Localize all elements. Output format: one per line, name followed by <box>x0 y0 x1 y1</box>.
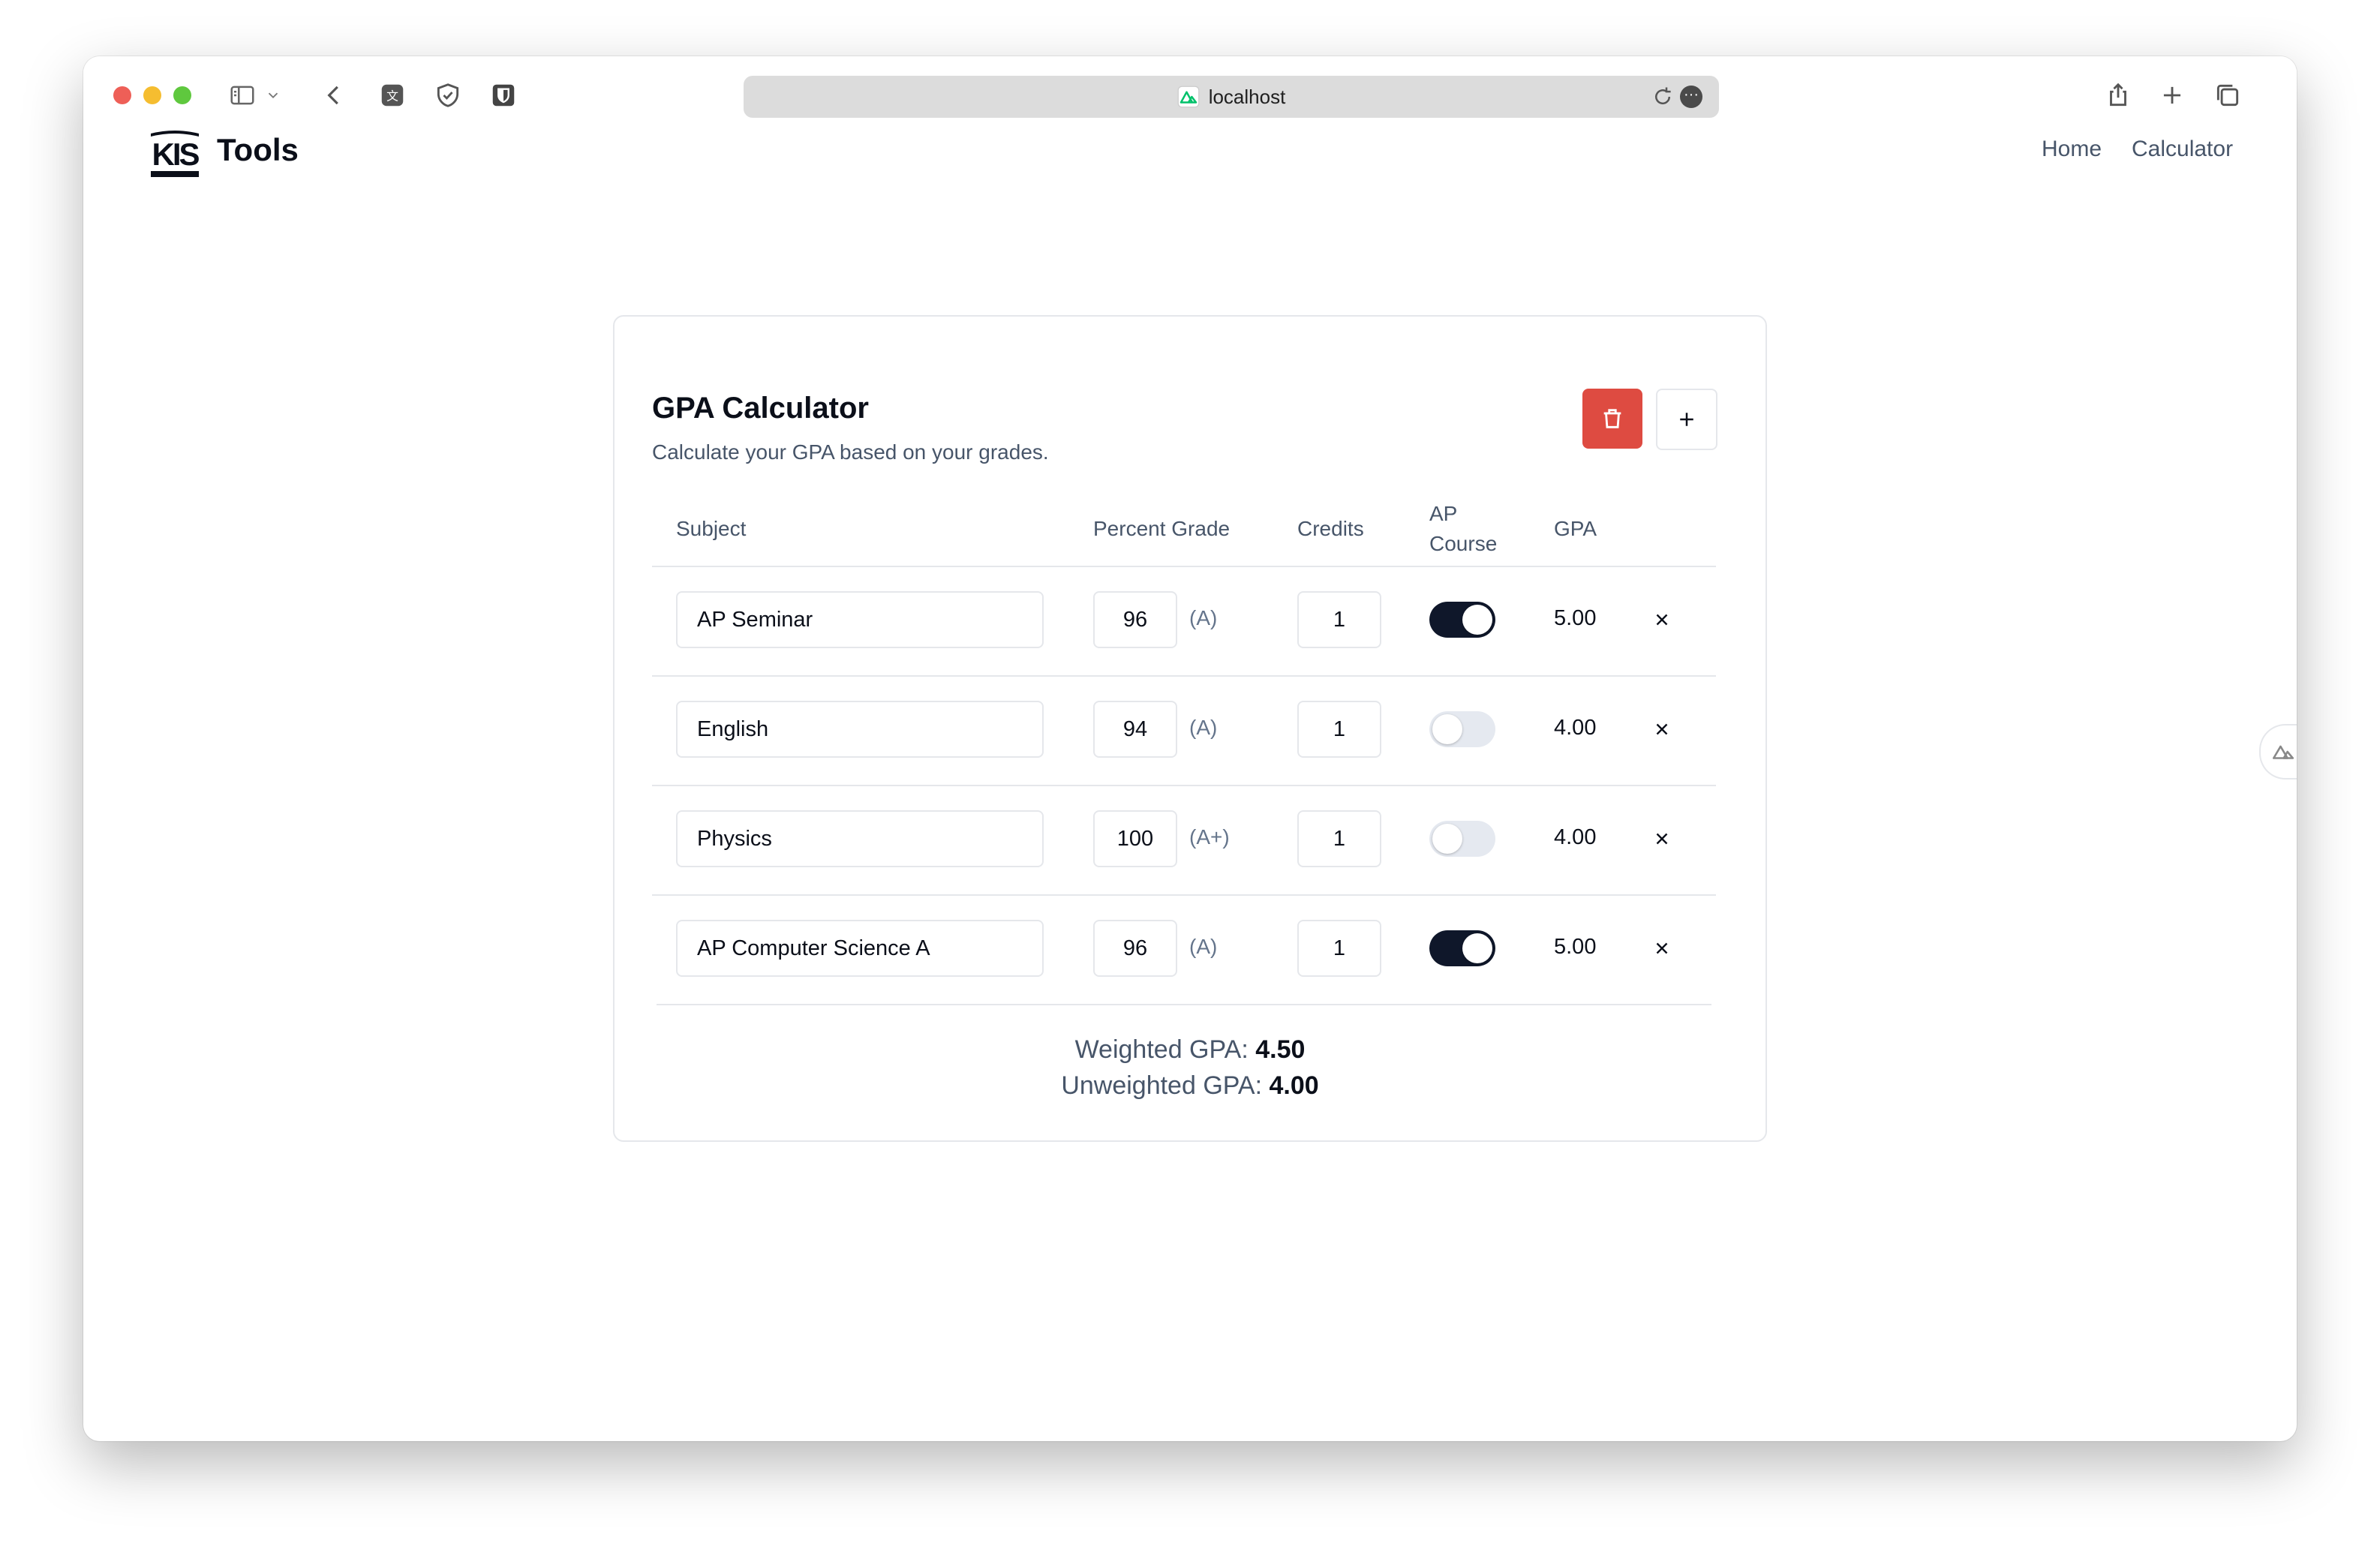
row-gpa: 5.00 <box>1554 935 1597 959</box>
svg-text:文: 文 <box>386 89 398 103</box>
letter-grade: (A+) <box>1189 825 1230 849</box>
subject-input[interactable]: Physics <box>676 810 1044 867</box>
back-icon[interactable] <box>317 79 350 112</box>
close-icon <box>1656 614 1668 626</box>
shield-icon[interactable] <box>431 79 464 112</box>
plus-icon <box>1680 413 1693 426</box>
table-divider <box>657 1004 1711 1005</box>
card-subtitle: Calculate your GPA based on your grades. <box>652 440 1049 464</box>
column-header-ap-line2: Course <box>1429 532 1498 555</box>
letter-grade: (A) <box>1189 935 1218 958</box>
close-icon <box>1656 942 1668 954</box>
credits-input[interactable]: 1 <box>1297 810 1381 867</box>
percent-grade-input[interactable]: 96 <box>1093 591 1177 648</box>
column-header-gpa: GPA <box>1554 517 1597 540</box>
remove-row-button[interactable] <box>1645 603 1678 636</box>
chevron-down-icon[interactable] <box>262 79 284 112</box>
nuxt-devtools-button[interactable] <box>2259 724 2297 780</box>
gpa-calculator-card: GPA Calculator Calculate your GPA based … <box>613 315 1767 1142</box>
table-row: AP Computer Science A 96 (A) 1 5.00 <box>652 896 1716 1004</box>
letter-grade: (A) <box>1189 716 1218 739</box>
clear-all-button[interactable] <box>1582 389 1642 449</box>
close-window-button[interactable] <box>113 86 131 104</box>
close-icon <box>1656 833 1668 845</box>
address-bar[interactable]: localhost ··· <box>744 76 1719 118</box>
ap-course-toggle[interactable] <box>1429 602 1495 638</box>
nuxt-devtools-icon <box>2272 745 2294 759</box>
percent-grade-input[interactable]: 100 <box>1093 810 1177 867</box>
toggle-knob <box>1432 824 1462 854</box>
credits-input[interactable]: 1 <box>1297 591 1381 648</box>
weighted-gpa-label: Weighted GPA: <box>1074 1035 1249 1064</box>
svg-text:KIS: KIS <box>152 137 199 172</box>
maximize-window-button[interactable] <box>173 86 191 104</box>
row-gpa: 5.00 <box>1554 606 1597 630</box>
subject-input[interactable]: English <box>676 701 1044 758</box>
bitwarden-icon[interactable] <box>487 79 520 112</box>
ap-course-toggle[interactable] <box>1429 821 1495 857</box>
add-subject-button[interactable] <box>1656 389 1717 450</box>
column-header-ap-line1: AP <box>1429 502 1458 525</box>
close-icon <box>1656 723 1668 735</box>
browser-toolbar: 文 localhost ··· <box>83 56 2297 134</box>
table-row: Physics 100 (A+) 1 4.00 <box>652 786 1716 894</box>
browser-window: 文 localhost ··· KIS Tools Home Calculato… <box>83 56 2297 1441</box>
remove-row-button[interactable] <box>1645 822 1678 855</box>
trash-icon <box>1603 409 1621 428</box>
subject-input[interactable]: AP Computer Science A <box>676 920 1044 977</box>
percent-grade-input[interactable]: 96 <box>1093 920 1177 977</box>
brand-name[interactable]: Tools <box>217 132 299 168</box>
site-icon <box>1177 86 1200 108</box>
column-header-percent-grade: Percent Grade <box>1093 517 1231 540</box>
toggle-knob <box>1462 933 1492 963</box>
toggle-knob <box>1432 714 1462 744</box>
credits-input[interactable]: 1 <box>1297 701 1381 758</box>
credits-input[interactable]: 1 <box>1297 920 1381 977</box>
nav-home-link[interactable]: Home <box>2042 137 2102 162</box>
table-row: AP Seminar 96 (A) 1 5.00 <box>652 567 1716 675</box>
card-title: GPA Calculator <box>652 392 869 425</box>
ap-course-toggle[interactable] <box>1429 930 1495 966</box>
minimize-window-button[interactable] <box>143 86 161 104</box>
column-header-credits: Credits <box>1297 517 1364 540</box>
share-icon[interactable] <box>2102 79 2135 112</box>
remove-row-button[interactable] <box>1645 713 1678 746</box>
kis-logo[interactable]: KIS <box>148 126 202 180</box>
weighted-gpa-value: 4.50 <box>1255 1035 1306 1064</box>
column-header-ap-course: AP Course <box>1429 499 1497 559</box>
percent-grade-input[interactable]: 94 <box>1093 701 1177 758</box>
toggle-knob <box>1462 605 1492 635</box>
translate-icon[interactable]: 文 <box>376 79 409 112</box>
tabs-icon[interactable] <box>2211 79 2244 112</box>
remove-row-button[interactable] <box>1645 932 1678 965</box>
table-row: English 94 (A) 1 4.00 <box>652 677 1716 785</box>
subject-input[interactable]: AP Seminar <box>676 591 1044 648</box>
reload-icon[interactable] <box>1651 86 1674 108</box>
sidebar-icon[interactable] <box>226 79 259 112</box>
weighted-gpa: Weighted GPA: 4.50 <box>615 1035 1765 1065</box>
row-gpa: 4.00 <box>1554 716 1597 740</box>
unweighted-gpa: Unweighted GPA: 4.00 <box>615 1071 1765 1101</box>
row-gpa: 4.00 <box>1554 825 1597 849</box>
letter-grade: (A) <box>1189 606 1218 629</box>
url-text: localhost <box>1208 85 1286 108</box>
column-header-subject: Subject <box>676 517 747 540</box>
new-tab-icon[interactable] <box>2156 79 2189 112</box>
ap-course-toggle[interactable] <box>1429 711 1495 747</box>
more-icon[interactable]: ··· <box>1680 86 1702 108</box>
unweighted-gpa-label: Unweighted GPA: <box>1061 1071 1263 1100</box>
unweighted-gpa-value: 4.00 <box>1269 1071 1319 1100</box>
nav-calculator-link[interactable]: Calculator <box>2132 137 2233 162</box>
